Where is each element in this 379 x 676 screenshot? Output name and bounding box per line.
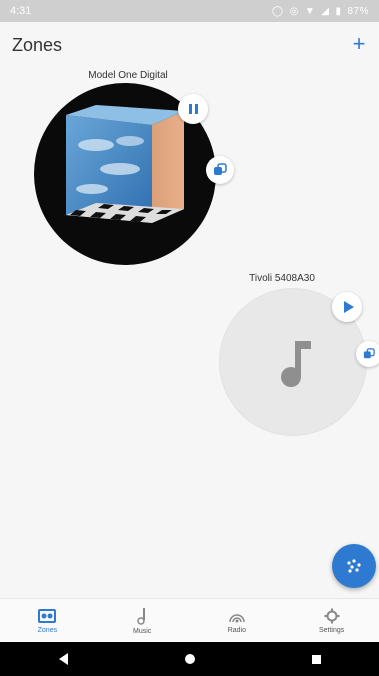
battery-percent: 87% (347, 5, 369, 17)
streaming-fab[interactable] (332, 544, 376, 588)
sparkle-icon (347, 559, 361, 573)
nav-music[interactable]: Music (95, 599, 190, 643)
system-nav-bar (0, 642, 379, 676)
nav-radio[interactable]: Radio (190, 599, 285, 643)
wifi-icon: ▼ (304, 5, 316, 17)
notification-icon: ◯ (271, 5, 284, 17)
zone-name: Model One Digital (88, 70, 168, 81)
status-icons: ◯ ◎ ▼ ◢ ▮ 87% (272, 6, 369, 17)
gear-icon (324, 608, 340, 624)
page-title: Zones (12, 35, 63, 55)
play-icon (343, 301, 354, 313)
pause-button[interactable] (178, 94, 208, 124)
home-icon[interactable] (184, 654, 195, 664)
nav-label: Zones (37, 627, 58, 634)
alarm-icon: ◎ (289, 5, 299, 17)
music-note-icon (281, 341, 311, 387)
bottom-navigation: Zones Music Radio Settings (0, 598, 379, 643)
music-note-icon (137, 608, 146, 625)
battery-icon: ▮ (335, 5, 342, 17)
nav-settings[interactable]: Settings (284, 599, 379, 643)
nav-label: Settings (318, 627, 345, 634)
pause-bar (194, 104, 198, 114)
zone-name: Tivoli 5408A30 (249, 273, 315, 284)
nav-label: Music (132, 628, 152, 635)
album-cover-image (66, 105, 184, 223)
play-button[interactable] (332, 292, 362, 322)
nav-zones[interactable]: Zones (0, 599, 95, 643)
status-bar: 4:31 ◯ ◎ ▼ ◢ ▮ 87% (0, 0, 379, 22)
status-time: 4:31 (10, 5, 32, 17)
radio-icon (229, 614, 245, 623)
speaker-icon (38, 609, 57, 623)
recents-icon[interactable] (311, 654, 321, 664)
signal-icon: ◢ (321, 5, 330, 17)
link-icon (214, 163, 227, 175)
back-icon[interactable] (58, 653, 68, 665)
link-icon (363, 348, 375, 359)
group-zone-button[interactable] (356, 341, 379, 367)
app-header: Zones + (0, 22, 379, 68)
group-zone-button[interactable] (206, 156, 234, 184)
pause-bar (188, 104, 192, 114)
add-zone-button[interactable]: + (347, 32, 371, 56)
nav-label: Radio (227, 627, 247, 634)
